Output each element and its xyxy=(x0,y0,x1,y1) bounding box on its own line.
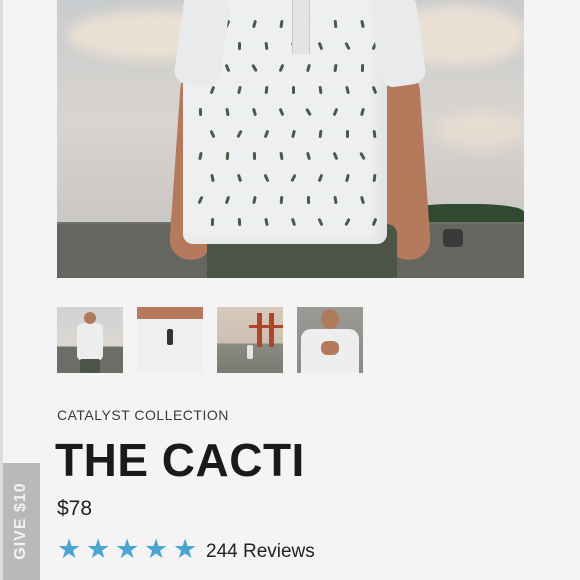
star-icon: ★ xyxy=(173,534,198,565)
cactus-print-mark xyxy=(371,85,378,95)
shirt-placket xyxy=(292,0,310,54)
cactus-print-mark xyxy=(237,85,242,95)
cactus-print-mark xyxy=(359,151,366,161)
cactus-print-mark xyxy=(264,217,269,227)
give-referral-tab[interactable]: GIVE $10 xyxy=(3,463,40,580)
cactus-print-mark xyxy=(290,217,297,227)
product-title: THE CACTI xyxy=(55,434,305,486)
product-price: $78 xyxy=(57,497,93,520)
reviews-link[interactable]: 244 Reviews xyxy=(206,541,315,563)
thumbnail-close-up[interactable] xyxy=(137,307,203,373)
cactus-print-mark xyxy=(371,217,378,227)
cactus-print-mark xyxy=(263,129,270,139)
cactus-print-mark xyxy=(372,173,377,183)
cactus-print-mark xyxy=(318,129,323,139)
wristwatch xyxy=(443,229,463,247)
thumbnail-buttoning-shirt[interactable] xyxy=(297,307,363,373)
cactus-print-mark xyxy=(224,63,231,73)
cactus-print-mark xyxy=(209,129,216,139)
cactus-print-mark xyxy=(210,173,215,183)
thumbnail-front-view[interactable] xyxy=(57,307,123,373)
cactus-print-mark xyxy=(251,19,258,29)
cactus-print-mark xyxy=(278,107,285,117)
cactus-print-mark xyxy=(210,217,215,227)
cactus-print-mark xyxy=(306,195,311,205)
cactus-print-mark xyxy=(251,63,258,73)
cactus-print-mark xyxy=(333,19,338,29)
collection-name: CATALYST COLLECTION xyxy=(57,407,229,423)
cactus-print-mark xyxy=(346,130,349,138)
cactus-print-mark xyxy=(263,173,270,183)
cactus-print-mark xyxy=(278,63,285,73)
star-icon: ★ xyxy=(144,534,169,565)
cactus-print-mark xyxy=(317,217,324,227)
cactus-print-mark xyxy=(360,19,365,29)
cactus-print-mark xyxy=(279,19,284,29)
cactus-print-mark xyxy=(305,63,312,73)
cactus-print-mark xyxy=(345,85,350,95)
cactus-print-mark xyxy=(305,107,312,117)
star-icon: ★ xyxy=(115,534,140,565)
thumbnail-golden-gate-bridge[interactable] xyxy=(217,307,283,373)
cactus-print-mark xyxy=(252,151,257,161)
cactus-print-mark xyxy=(317,41,324,51)
star-icon: ★ xyxy=(86,534,111,565)
cactus-print-mark xyxy=(252,195,257,205)
cactus-print-mark xyxy=(225,107,230,117)
cactus-print-mark xyxy=(197,195,204,205)
cactus-print-mark xyxy=(333,63,338,73)
cactus-print-mark xyxy=(264,85,269,95)
cactus-print-mark xyxy=(251,107,258,117)
cactus-print-mark xyxy=(317,173,324,183)
product-hero-image[interactable] xyxy=(57,0,524,278)
cactus-print-mark xyxy=(344,217,351,227)
cactus-print-mark xyxy=(237,217,242,227)
cactus-print-mark xyxy=(318,85,323,95)
cactus-print-mark xyxy=(209,85,216,95)
cactus-print-mark xyxy=(332,151,339,161)
cactus-print-mark xyxy=(238,42,241,50)
cactus-print-mark xyxy=(292,86,295,94)
cactus-print-mark xyxy=(236,173,243,183)
cactus-print-mark xyxy=(345,173,350,183)
cactus-print-mark xyxy=(264,41,269,51)
star-icon: ★ xyxy=(57,534,82,565)
cactus-print-mark xyxy=(198,151,203,161)
cactus-print-mark xyxy=(305,151,312,161)
cactus-print-mark xyxy=(291,129,296,139)
give-tab-label: GIVE $10 xyxy=(12,482,29,560)
cactus-print-mark xyxy=(344,41,351,51)
cactus-print-mark xyxy=(225,151,230,161)
cactus-print-mark xyxy=(372,129,377,139)
cactus-print-mark xyxy=(198,107,203,117)
cactus-print-mark xyxy=(224,195,231,205)
cactus-print-mark xyxy=(279,151,284,161)
cactus-print-mark xyxy=(359,107,366,117)
rating-stars[interactable]: ★ ★ ★ ★ ★ xyxy=(57,534,199,567)
cactus-print-mark xyxy=(290,173,297,183)
cactus-print-mark xyxy=(332,107,339,117)
cactus-print-mark xyxy=(333,195,338,205)
cactus-print-mark xyxy=(279,195,284,205)
cactus-print-mark xyxy=(236,129,243,139)
cactus-print-mark xyxy=(360,63,365,73)
cactus-print-mark xyxy=(359,195,366,205)
